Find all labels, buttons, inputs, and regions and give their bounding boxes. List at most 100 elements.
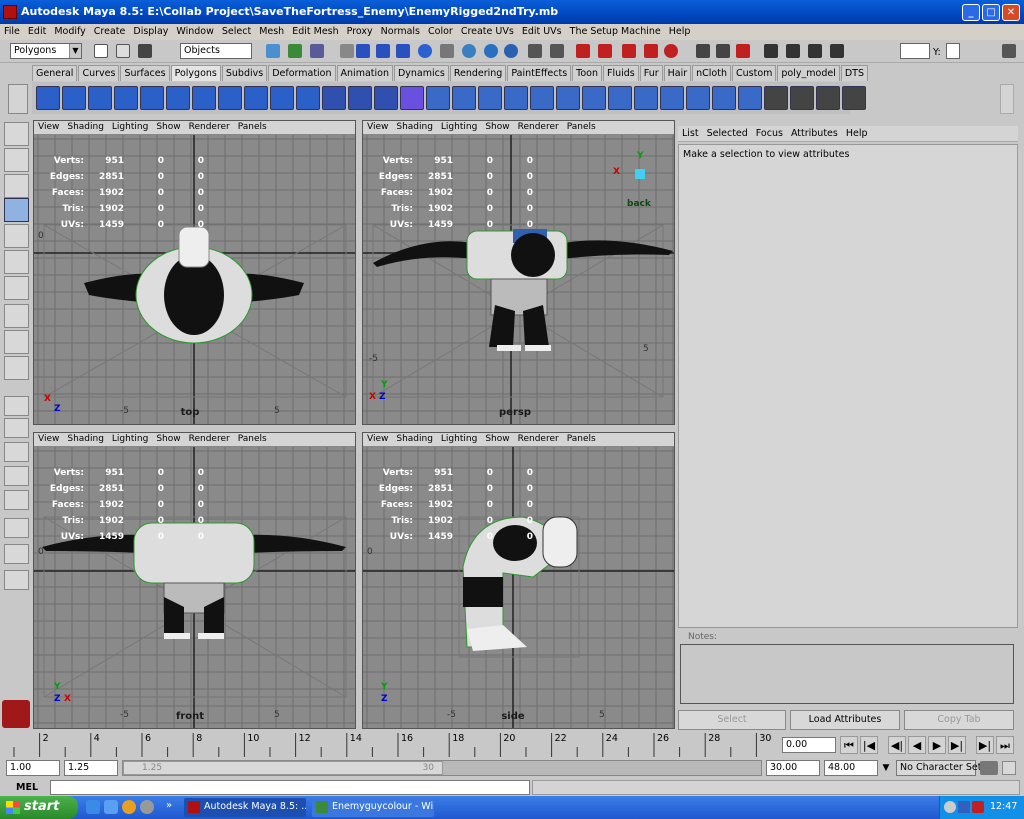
split-icon[interactable] [530,86,554,110]
task-maya[interactable]: Autodesk Maya 8.5: ... [184,798,306,817]
poly-torus-icon[interactable] [166,86,190,110]
sculpt-icon[interactable] [738,86,762,110]
shelf-tab-hair[interactable]: Hair [663,65,692,81]
go-to-start-icon[interactable]: ⏮ [840,736,858,754]
output-ops-icon[interactable] [484,44,498,58]
shelf-tab-rendering[interactable]: Rendering [449,65,507,81]
select-hierarchy-icon[interactable] [266,44,280,58]
merge-icon[interactable] [556,86,580,110]
attr-menu-focus[interactable]: Focus [752,126,787,139]
anim-start-field[interactable]: 1.00 [6,760,60,776]
shelf-tab-painteffects[interactable]: PaintEffects [507,65,572,81]
viewport-canvas[interactable]: Verts: 951 0 0 Edges: 2851 0 0 Faces: 1902 0 0 Tr… [34,447,355,728]
menu-proxy[interactable]: Proxy [343,24,377,37]
panel-menu-view[interactable]: View [34,121,63,132]
cut-faces-icon[interactable] [660,86,684,110]
attr-menu-list[interactable]: List [678,126,703,139]
checker-soft-icon[interactable] [816,86,840,110]
paint-select-tool-icon[interactable] [4,174,29,198]
panel-menu-lighting[interactable]: Lighting [108,433,152,444]
clapper-settings-icon[interactable] [830,44,844,58]
attr-menu-help[interactable]: Help [842,126,872,139]
step-forward-frame-icon[interactable]: ▶| [948,736,966,754]
panel-menu-panels[interactable]: Panels [563,433,600,444]
snap-curve-icon[interactable] [356,44,370,58]
shelf-tab-poly-model[interactable]: poly_model [777,65,840,81]
panel-menu-view[interactable]: View [34,433,63,444]
poly-sphere-icon[interactable] [36,86,60,110]
universal-manip-icon[interactable] [4,276,29,300]
panel-menu-shading[interactable]: Shading [392,121,437,132]
checker-uv-icon[interactable] [764,86,788,110]
mel-label[interactable]: MEL [16,782,38,793]
viewport-side[interactable]: View Shading Lighting Show Renderer Panels Ve… [362,432,675,729]
panel-menu-panels[interactable]: Panels [563,121,600,132]
move-tool-icon[interactable] [4,198,29,222]
magnet-icon[interactable] [576,44,590,58]
shelf-tab-dts[interactable]: DTS [840,65,868,81]
layout-four-icon[interactable] [4,418,29,438]
playback-start-field[interactable]: 1.25 [64,760,118,776]
shelf-tab-subdivs[interactable]: Subdivs [221,65,268,81]
menu-edit-mesh[interactable]: Edit Mesh [288,24,342,37]
poly-cube-icon[interactable] [62,86,86,110]
lasso-tool-icon[interactable] [4,148,29,172]
current-time-field[interactable]: 0.00 [782,737,836,753]
quicklaunch-overflow-icon[interactable]: » [166,800,176,814]
play-forward-icon[interactable]: ▶ [928,736,946,754]
poly-soccerball-icon[interactable] [270,86,294,110]
attr-menu-selected[interactable]: Selected [703,126,752,139]
soft-mod-icon[interactable] [4,304,29,328]
close-button[interactable]: ✕ [1002,4,1020,21]
tray-network-icon[interactable] [944,801,956,813]
shelf-tab-custom[interactable]: Custom [732,65,777,81]
bevel-icon[interactable] [582,86,606,110]
panel-menu-shading[interactable]: Shading [63,433,108,444]
extract-icon[interactable] [348,86,372,110]
construction-history-icon[interactable] [664,44,678,58]
panel-menu-panels[interactable]: Panels [234,121,271,132]
poly-helix-icon[interactable] [244,86,268,110]
step-forward-key-icon[interactable]: ▶| [976,736,994,754]
select-button[interactable]: Select [678,710,786,730]
quicklaunch-desktop-icon[interactable] [104,800,118,814]
shelf-tab-fluids[interactable]: Fluids [603,65,639,81]
selection-mode-field[interactable]: Objects [180,43,252,59]
panel-menu-view[interactable]: View [363,121,392,132]
menu-mesh[interactable]: Mesh [255,24,288,37]
maya-app-icon[interactable] [3,5,17,19]
playback-end-field[interactable]: 30.00 [766,760,820,776]
shelf-tab-curves[interactable]: Curves [78,65,120,81]
layout-hypershade-icon[interactable] [4,490,29,510]
panel-menu-lighting[interactable]: Lighting [108,121,152,132]
viewport-top[interactable]: View Shading Lighting Show Renderer Panels Ve… [33,120,356,425]
tray-shield-icon[interactable] [972,801,984,813]
offset-edgeloop-icon[interactable] [712,86,736,110]
shelf-tab-dynamics[interactable]: Dynamics [393,65,449,81]
panel-menu-renderer[interactable]: Renderer [185,433,234,444]
bridge-icon[interactable] [478,86,502,110]
quicklaunch-ie-icon[interactable] [86,800,100,814]
shelf-tab-ncloth[interactable]: nCloth [692,65,731,81]
panel-menu-show[interactable]: Show [481,121,513,132]
clapper-ipr-icon[interactable] [808,44,822,58]
minimize-button[interactable]: _ [962,4,980,21]
menu-edit[interactable]: Edit [24,24,50,37]
shelf-tab-polygons[interactable]: Polygons [170,65,221,81]
tray-security-icon[interactable] [958,801,970,813]
viewport-canvas[interactable]: Verts: 951 0 0 Edges: 2851 0 0 Faces: 1902 0 0 Tr… [34,135,355,424]
viewport-front[interactable]: View Shading Lighting Show Renderer Panels Ve… [33,432,356,729]
shelf-tab-deformation[interactable]: Deformation [268,65,336,81]
layout-menu-icon[interactable] [4,570,29,590]
lock-icon[interactable] [528,44,542,58]
menu-normals[interactable]: Normals [377,24,424,37]
layout-single-icon[interactable] [4,396,29,416]
save-scene-icon[interactable] [138,44,152,58]
range-slider-handle[interactable]: 1.25 30 [123,761,443,775]
select-component-icon[interactable] [310,44,324,58]
menu-modify[interactable]: Modify [50,24,89,37]
panel-menu-shading[interactable]: Shading [392,433,437,444]
anim-prefs-icon[interactable] [1002,761,1016,775]
step-back-key-icon[interactable]: |◀ [860,736,878,754]
play-backward-icon[interactable]: ◀ [908,736,926,754]
